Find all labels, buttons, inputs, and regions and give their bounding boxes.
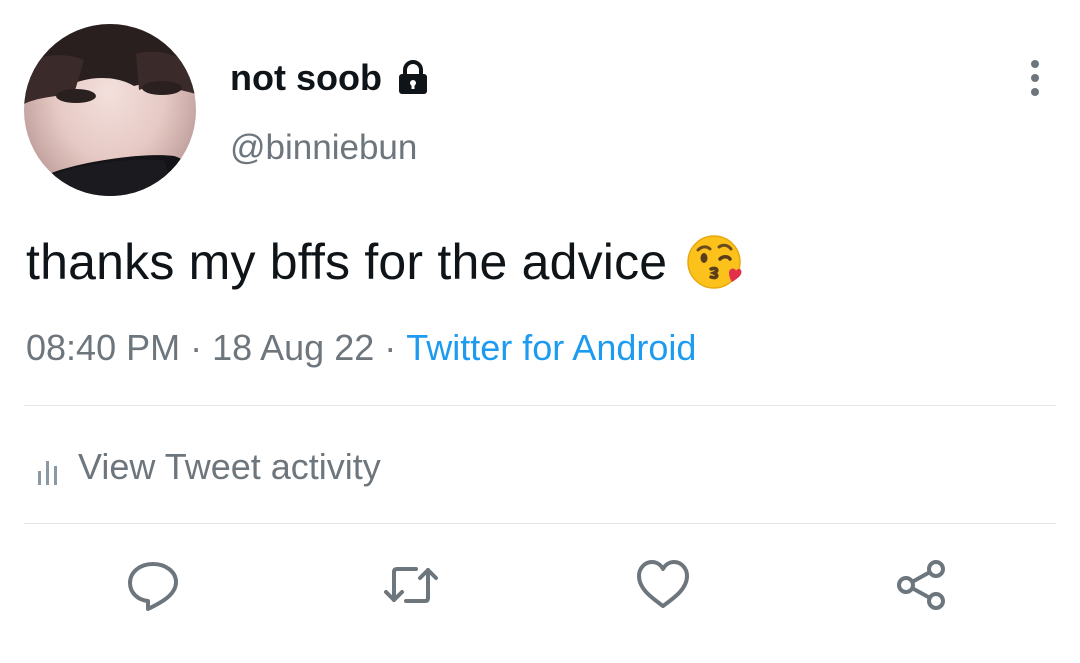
- more-options-icon[interactable]: [1018, 58, 1052, 98]
- face-blowing-a-kiss-icon: [685, 233, 743, 291]
- heart-icon[interactable]: [634, 556, 692, 614]
- tweet-actions-bar: [0, 556, 1080, 616]
- reply-icon[interactable]: [124, 556, 182, 614]
- lock-icon: [396, 60, 430, 96]
- user-handle[interactable]: @binniebun: [230, 126, 417, 170]
- share-icon[interactable]: [892, 556, 950, 614]
- divider: [24, 523, 1056, 524]
- view-tweet-activity-label: View Tweet activity: [78, 446, 381, 487]
- separator: ·: [190, 327, 203, 368]
- retweet-icon[interactable]: [382, 556, 440, 614]
- profile-photo: [24, 24, 196, 196]
- tweet-date: 18 Aug 22: [212, 327, 375, 368]
- display-name-text: not soob: [230, 57, 382, 98]
- tweet-metadata: 08:40 PM · 18 Aug 22 · Twitter for Android: [26, 324, 696, 372]
- avatar[interactable]: [24, 24, 196, 196]
- bar-chart-icon: [36, 452, 64, 485]
- tweet-text: thanks my bffs for the advice: [26, 230, 743, 294]
- tweet-text-body: thanks my bffs for the advice: [26, 234, 668, 290]
- display-name[interactable]: not soob: [230, 56, 430, 100]
- tweet-detail: not soob @binniebun thanks my bffs for t…: [0, 0, 1080, 663]
- tweet-source-link[interactable]: Twitter for Android: [406, 327, 696, 368]
- divider: [24, 405, 1056, 406]
- tweet-time: 08:40 PM: [26, 327, 181, 368]
- separator: ·: [384, 327, 397, 368]
- view-tweet-activity-link[interactable]: View Tweet activity: [36, 444, 381, 490]
